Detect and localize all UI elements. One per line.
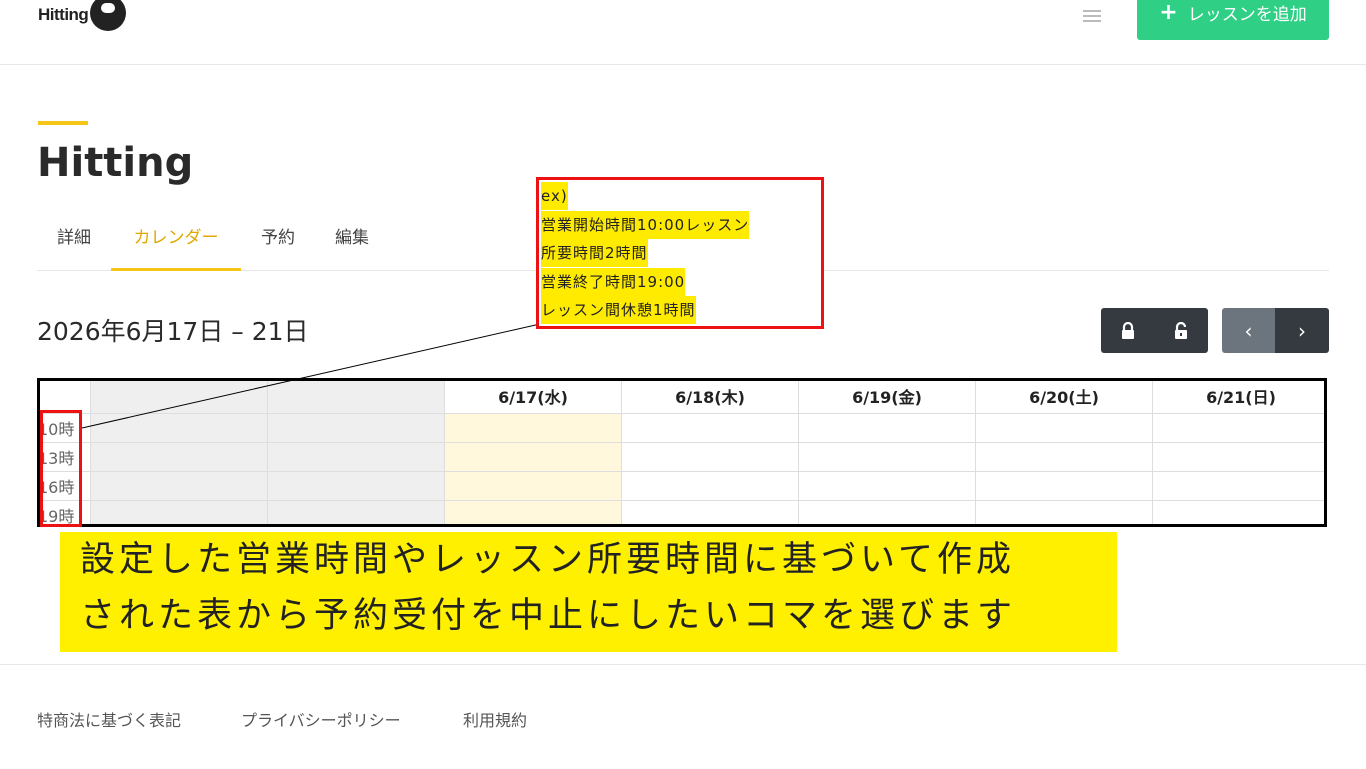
footer-link-commerce-law[interactable]: 特商法に基づく表記	[37, 707, 181, 731]
footer-link-privacy[interactable]: プライバシーポリシー	[241, 707, 401, 731]
annotation-line: 営業終了時間19:00	[541, 267, 686, 296]
instruction-caption: 設定した営業時間やレッスン所要時間に基づいて作成 された表から予約受付を中止にし…	[60, 532, 1117, 652]
footer-link-terms[interactable]: 利用規約	[463, 707, 527, 731]
annotation-note: ex) 営業開始時間10:00レッスン 所要時間2時間 営業終了時間19:00 …	[536, 177, 824, 329]
annotation-line: ex)	[541, 182, 568, 210]
annotation-line: 営業開始時間10:00レッスン	[541, 210, 750, 239]
annotation-line: 所要時間2時間	[541, 239, 648, 267]
annotation-connector-line	[81, 323, 541, 429]
footer: 特商法に基づく表記 プライバシーポリシー 利用規約	[0, 664, 1366, 769]
caption-line-1: 設定した営業時間やレッスン所要時間に基づいて作成	[80, 540, 1015, 580]
caption-line-2: された表から予約受付を中止にしたいコマを選びます	[80, 596, 1017, 636]
annotation-line: レッスン間休憩1時間	[541, 296, 696, 324]
